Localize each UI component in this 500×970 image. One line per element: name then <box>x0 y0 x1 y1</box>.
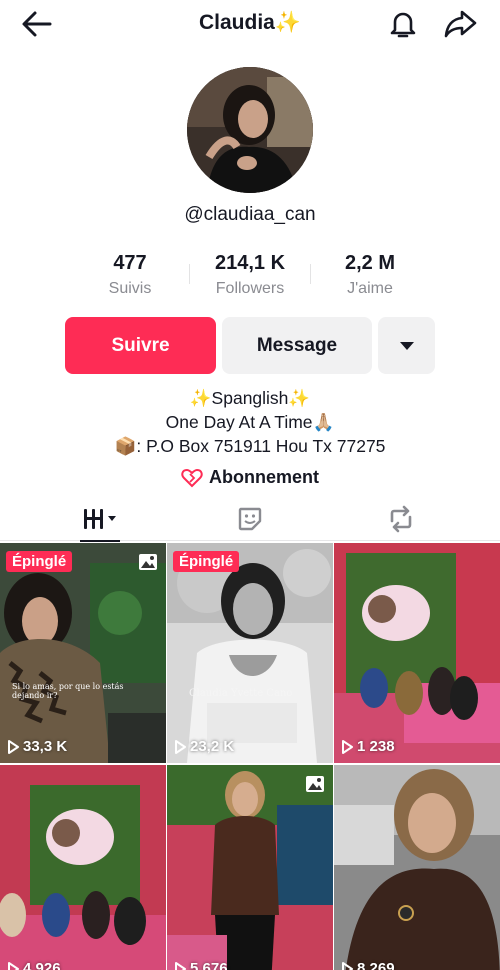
tab-tagged[interactable] <box>167 497 333 541</box>
page-title: Claudia✨ <box>199 11 301 34</box>
play-icon <box>342 739 353 754</box>
video-thumbnail-image <box>167 543 333 763</box>
video-thumbnail[interactable]: 1 238 <box>334 543 500 763</box>
video-thumbnail-image <box>0 543 166 763</box>
profile-username: @claudiaa_can <box>184 204 316 225</box>
view-count: 8 269 <box>341 960 395 970</box>
profile-bio: ✨Spanglish✨ One Day At A Time🙏🏼 📦: P.O B… <box>0 386 500 458</box>
view-count-value: 33,3 K <box>23 738 68 755</box>
bell-icon[interactable] <box>386 8 420 40</box>
subscription-link[interactable]: Abonnement <box>0 467 500 488</box>
video-thumbnail[interactable]: Si lo amas, por que lo estás dejando ir?… <box>0 543 166 763</box>
play-icon <box>8 739 19 754</box>
video-thumbnail[interactable]: Claudia Yvette Cano Épinglé 23,2 K <box>167 543 333 763</box>
stat-following[interactable]: 477 Suivis <box>70 250 190 298</box>
pinned-badge: Épinglé <box>6 551 73 572</box>
play-icon <box>8 961 19 970</box>
video-caption: Claudia Yvette Cano <box>189 688 293 699</box>
bio-line: One Day At A Time🙏🏼 <box>165 412 335 432</box>
view-count-value: 23,2 K <box>190 738 235 755</box>
photo-icon <box>306 776 324 792</box>
view-count-value: 5 676 <box>190 960 228 970</box>
view-count: 4 926 <box>7 960 61 970</box>
video-thumbnail-image <box>167 765 333 970</box>
stat-following-value: 477 <box>113 252 147 274</box>
video-thumbnail-image <box>0 765 166 970</box>
view-count: 1 238 <box>341 738 395 755</box>
bio-line: ✨Spanglish✨ <box>189 388 311 408</box>
video-thumbnail[interactable]: 5 676 <box>167 765 333 970</box>
play-icon <box>175 961 186 970</box>
view-count: 5 676 <box>174 960 228 970</box>
photo-icon <box>139 554 157 570</box>
view-count: 33,3 K <box>7 738 67 755</box>
more-options-button[interactable] <box>378 317 435 374</box>
active-tab-indicator <box>80 540 120 542</box>
message-button[interactable]: Message <box>222 317 372 374</box>
grid-icon <box>84 509 116 529</box>
view-count: 23,2 K <box>174 738 234 755</box>
repost-icon <box>390 505 412 533</box>
stat-following-label: Suivis <box>108 280 152 297</box>
subscription-icon <box>181 468 203 487</box>
avatar[interactable] <box>187 67 313 193</box>
top-bar: Claudia✨ <box>0 0 500 48</box>
video-caption: Si lo amas, por que lo estás dejando ir? <box>12 682 124 700</box>
content-tabs <box>0 497 500 542</box>
bio-line: 📦: P.O Box 751911 Hou Tx 77275 <box>114 436 386 456</box>
view-count-value: 4 926 <box>23 960 61 970</box>
view-count-value: 1 238 <box>357 738 395 755</box>
play-icon <box>342 961 353 970</box>
subscription-label: Abonnement <box>209 467 319 487</box>
stat-likes-value: 2,2 M <box>344 252 396 274</box>
stat-followers-label: Followers <box>215 280 285 297</box>
video-thumbnail[interactable]: 4 926 <box>0 765 166 970</box>
tagged-icon <box>238 507 262 531</box>
stat-followers[interactable]: 214,1 K Followers <box>190 250 310 298</box>
caret-down-icon <box>399 341 414 350</box>
stat-likes-label: J'aime <box>347 280 393 297</box>
pinned-badge: Épinglé <box>173 551 240 572</box>
stat-likes: 2,2 M J'aime <box>310 250 430 298</box>
share-arrow-icon[interactable] <box>442 8 478 40</box>
play-icon <box>175 739 186 754</box>
tab-reposts[interactable] <box>318 497 484 541</box>
tab-videos[interactable] <box>17 497 183 542</box>
profile-stats: 477 Suivis 214,1 K Followers 2,2 M J'aim… <box>0 250 500 306</box>
video-thumbnail-image <box>334 543 500 763</box>
stat-followers-value: 214,1 K <box>214 252 286 274</box>
follow-button[interactable]: Suivre <box>65 317 216 374</box>
view-count-value: 8 269 <box>357 960 395 970</box>
video-thumbnail-image <box>334 765 500 970</box>
video-thumbnail[interactable]: 8 269 <box>334 765 500 970</box>
